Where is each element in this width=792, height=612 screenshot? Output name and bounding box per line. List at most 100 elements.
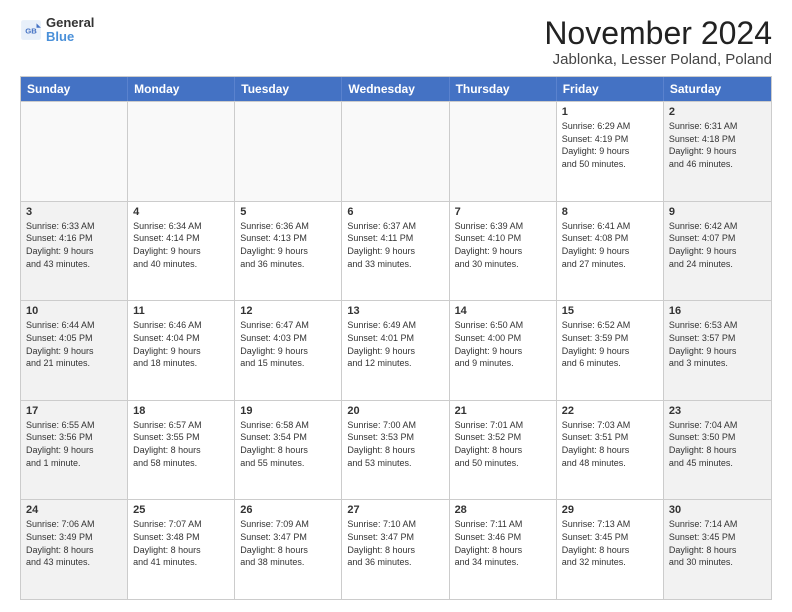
header: GB General Blue November 2024 Jablonka, … xyxy=(20,16,772,68)
day-info: Sunrise: 7:11 AM Sunset: 3:46 PM Dayligh… xyxy=(455,518,551,568)
cal-cell xyxy=(235,102,342,201)
day-number: 3 xyxy=(26,206,122,218)
day-number: 28 xyxy=(455,504,551,516)
day-number: 23 xyxy=(669,405,766,417)
cal-header-tuesday: Tuesday xyxy=(235,77,342,101)
day-info: Sunrise: 6:39 AM Sunset: 4:10 PM Dayligh… xyxy=(455,220,551,270)
cal-cell: 17 Sunrise: 6:55 AM Sunset: 3:56 PM Dayli… xyxy=(21,401,128,500)
cal-week-3: 10Sunrise: 6:44 AM Sunset: 4:05 PM Dayli… xyxy=(21,300,771,400)
cal-cell: 28 Sunrise: 7:11 AM Sunset: 3:46 PM Dayli… xyxy=(450,500,557,599)
cal-cell: 26 Sunrise: 7:09 AM Sunset: 3:47 PM Dayli… xyxy=(235,500,342,599)
cal-header-sunday: Sunday xyxy=(21,77,128,101)
cal-week-5: 24Sunrise: 7:06 AM Sunset: 3:49 PM Dayli… xyxy=(21,499,771,599)
day-info: Sunrise: 6:46 AM Sunset: 4:04 PM Dayligh… xyxy=(133,319,229,369)
day-number: 11 xyxy=(133,305,229,317)
cal-header-monday: Monday xyxy=(128,77,235,101)
day-number: 19 xyxy=(240,405,336,417)
cal-cell: 15Sunrise: 6:52 AM Sunset: 3:59 PM Dayli… xyxy=(557,301,664,400)
cal-cell: 5Sunrise: 6:36 AM Sunset: 4:13 PM Daylig… xyxy=(235,202,342,301)
day-info: Sunrise: 7:01 AM Sunset: 3:52 PM Dayligh… xyxy=(455,419,551,469)
logo-text-blue: Blue xyxy=(46,30,94,44)
cal-cell: 1Sunrise: 6:29 AM Sunset: 4:19 PM Daylig… xyxy=(557,102,664,201)
day-number: 7 xyxy=(455,206,551,218)
cal-cell: 30 Sunrise: 7:14 AM Sunset: 3:45 PM Dayli… xyxy=(664,500,771,599)
cal-cell: 18 Sunrise: 6:57 AM Sunset: 3:55 PM Dayli… xyxy=(128,401,235,500)
day-number: 18 xyxy=(133,405,229,417)
day-info: Sunrise: 7:04 AM Sunset: 3:50 PM Dayligh… xyxy=(669,419,766,469)
cal-week-2: 3Sunrise: 6:33 AM Sunset: 4:16 PM Daylig… xyxy=(21,201,771,301)
day-info: Sunrise: 7:10 AM Sunset: 3:47 PM Dayligh… xyxy=(347,518,443,568)
calendar-header: SundayMondayTuesdayWednesdayThursdayFrid… xyxy=(21,77,771,101)
day-number: 9 xyxy=(669,206,766,218)
cal-cell: 29Sunrise: 7:13 AM Sunset: 3:45 PM Dayli… xyxy=(557,500,664,599)
cal-header-saturday: Saturday xyxy=(664,77,771,101)
cal-header-thursday: Thursday xyxy=(450,77,557,101)
cal-cell: 7 Sunrise: 6:39 AM Sunset: 4:10 PM Daylig… xyxy=(450,202,557,301)
cal-cell: 20 Sunrise: 7:00 AM Sunset: 3:53 PM Dayli… xyxy=(342,401,449,500)
day-info: Sunrise: 6:29 AM Sunset: 4:19 PM Dayligh… xyxy=(562,120,658,170)
day-number: 17 xyxy=(26,405,122,417)
day-info: Sunrise: 6:37 AM Sunset: 4:11 PM Dayligh… xyxy=(347,220,443,270)
day-number: 26 xyxy=(240,504,336,516)
cal-cell: 23 Sunrise: 7:04 AM Sunset: 3:50 PM Dayli… xyxy=(664,401,771,500)
day-number: 16 xyxy=(669,305,766,317)
day-number: 2 xyxy=(669,106,766,118)
day-number: 8 xyxy=(562,206,658,218)
logo-text-general: General xyxy=(46,16,94,30)
day-number: 25 xyxy=(133,504,229,516)
day-number: 20 xyxy=(347,405,443,417)
cal-cell: 13 Sunrise: 6:49 AM Sunset: 4:01 PM Dayli… xyxy=(342,301,449,400)
day-info: Sunrise: 7:13 AM Sunset: 3:45 PM Dayligh… xyxy=(562,518,658,568)
day-info: Sunrise: 6:34 AM Sunset: 4:14 PM Dayligh… xyxy=(133,220,229,270)
cal-cell: 21Sunrise: 7:01 AM Sunset: 3:52 PM Dayli… xyxy=(450,401,557,500)
cal-cell: 22 Sunrise: 7:03 AM Sunset: 3:51 PM Dayli… xyxy=(557,401,664,500)
day-info: Sunrise: 7:09 AM Sunset: 3:47 PM Dayligh… xyxy=(240,518,336,568)
calendar: SundayMondayTuesdayWednesdayThursdayFrid… xyxy=(20,76,772,600)
day-info: Sunrise: 6:52 AM Sunset: 3:59 PM Dayligh… xyxy=(562,319,658,369)
day-info: Sunrise: 6:44 AM Sunset: 4:05 PM Dayligh… xyxy=(26,319,122,369)
day-info: Sunrise: 6:47 AM Sunset: 4:03 PM Dayligh… xyxy=(240,319,336,369)
cal-cell xyxy=(21,102,128,201)
day-number: 5 xyxy=(240,206,336,218)
cal-cell: 14 Sunrise: 6:50 AM Sunset: 4:00 PM Dayli… xyxy=(450,301,557,400)
cal-week-1: 1Sunrise: 6:29 AM Sunset: 4:19 PM Daylig… xyxy=(21,101,771,201)
cal-week-4: 17 Sunrise: 6:55 AM Sunset: 3:56 PM Dayli… xyxy=(21,400,771,500)
day-info: Sunrise: 7:03 AM Sunset: 3:51 PM Dayligh… xyxy=(562,419,658,469)
day-info: Sunrise: 6:42 AM Sunset: 4:07 PM Dayligh… xyxy=(669,220,766,270)
cal-cell: 16 Sunrise: 6:53 AM Sunset: 3:57 PM Dayli… xyxy=(664,301,771,400)
cal-cell: 10Sunrise: 6:44 AM Sunset: 4:05 PM Dayli… xyxy=(21,301,128,400)
title-area: November 2024 Jablonka, Lesser Poland, P… xyxy=(544,16,772,68)
cal-cell: 19 Sunrise: 6:58 AM Sunset: 3:54 PM Dayli… xyxy=(235,401,342,500)
cal-cell: 27Sunrise: 7:10 AM Sunset: 3:47 PM Dayli… xyxy=(342,500,449,599)
day-info: Sunrise: 6:41 AM Sunset: 4:08 PM Dayligh… xyxy=(562,220,658,270)
main-title: November 2024 xyxy=(544,16,772,51)
logo: GB General Blue xyxy=(20,16,94,45)
calendar-body: 1Sunrise: 6:29 AM Sunset: 4:19 PM Daylig… xyxy=(21,101,771,599)
day-info: Sunrise: 6:58 AM Sunset: 3:54 PM Dayligh… xyxy=(240,419,336,469)
day-number: 22 xyxy=(562,405,658,417)
cal-cell: 3Sunrise: 6:33 AM Sunset: 4:16 PM Daylig… xyxy=(21,202,128,301)
day-number: 14 xyxy=(455,305,551,317)
day-info: Sunrise: 7:14 AM Sunset: 3:45 PM Dayligh… xyxy=(669,518,766,568)
day-info: Sunrise: 6:53 AM Sunset: 3:57 PM Dayligh… xyxy=(669,319,766,369)
day-number: 30 xyxy=(669,504,766,516)
cal-cell: 9 Sunrise: 6:42 AM Sunset: 4:07 PM Daylig… xyxy=(664,202,771,301)
day-info: Sunrise: 6:55 AM Sunset: 3:56 PM Dayligh… xyxy=(26,419,122,469)
cal-cell: 24Sunrise: 7:06 AM Sunset: 3:49 PM Dayli… xyxy=(21,500,128,599)
day-number: 4 xyxy=(133,206,229,218)
day-info: Sunrise: 6:50 AM Sunset: 4:00 PM Dayligh… xyxy=(455,319,551,369)
cal-cell xyxy=(128,102,235,201)
day-info: Sunrise: 6:57 AM Sunset: 3:55 PM Dayligh… xyxy=(133,419,229,469)
day-info: Sunrise: 7:07 AM Sunset: 3:48 PM Dayligh… xyxy=(133,518,229,568)
cal-header-wednesday: Wednesday xyxy=(342,77,449,101)
logo-icon: GB xyxy=(20,19,42,41)
cal-cell: 2Sunrise: 6:31 AM Sunset: 4:18 PM Daylig… xyxy=(664,102,771,201)
cal-cell: 8 Sunrise: 6:41 AM Sunset: 4:08 PM Daylig… xyxy=(557,202,664,301)
day-info: Sunrise: 6:49 AM Sunset: 4:01 PM Dayligh… xyxy=(347,319,443,369)
day-number: 12 xyxy=(240,305,336,317)
cal-cell xyxy=(450,102,557,201)
day-number: 13 xyxy=(347,305,443,317)
cal-cell: 25 Sunrise: 7:07 AM Sunset: 3:48 PM Dayli… xyxy=(128,500,235,599)
day-info: Sunrise: 7:00 AM Sunset: 3:53 PM Dayligh… xyxy=(347,419,443,469)
svg-text:GB: GB xyxy=(25,27,37,36)
